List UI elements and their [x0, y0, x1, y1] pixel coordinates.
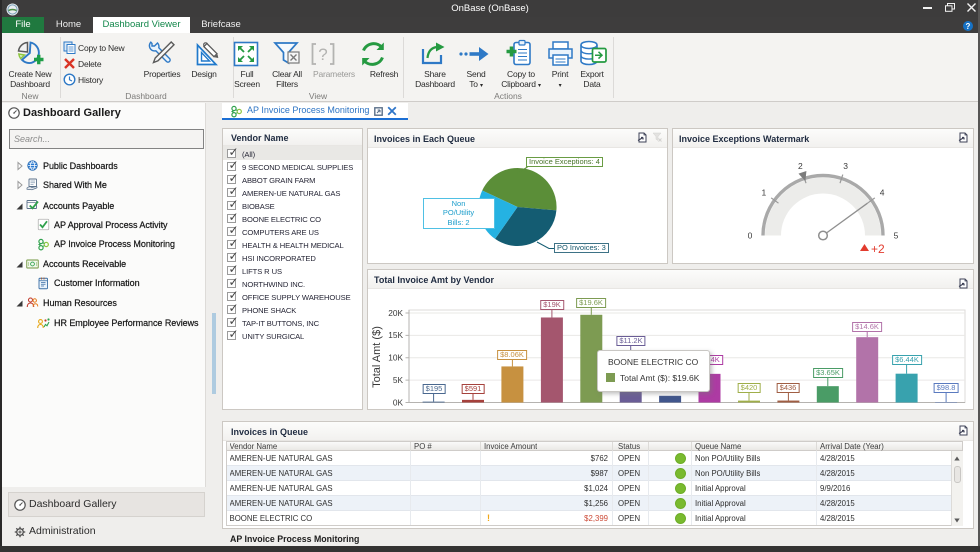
svg-text:?: ?: [966, 22, 971, 31]
svg-text:0K: 0K: [393, 397, 404, 407]
svg-text:Total Amt ($): Total Amt ($): [371, 326, 383, 388]
svg-text:20K: 20K: [388, 308, 403, 318]
svg-text:4: 4: [880, 188, 885, 198]
svg-text:?: ?: [318, 45, 327, 64]
svg-text:5: 5: [894, 231, 899, 241]
svg-text:1: 1: [762, 188, 767, 198]
svg-text:2: 2: [798, 161, 803, 171]
svg-text:10K: 10K: [388, 353, 403, 363]
svg-text:5K: 5K: [393, 375, 404, 385]
svg-text:15K: 15K: [388, 330, 403, 340]
svg-text:0: 0: [748, 231, 753, 241]
svg-text:+2: +2: [871, 242, 885, 256]
svg-text:3: 3: [843, 161, 848, 171]
